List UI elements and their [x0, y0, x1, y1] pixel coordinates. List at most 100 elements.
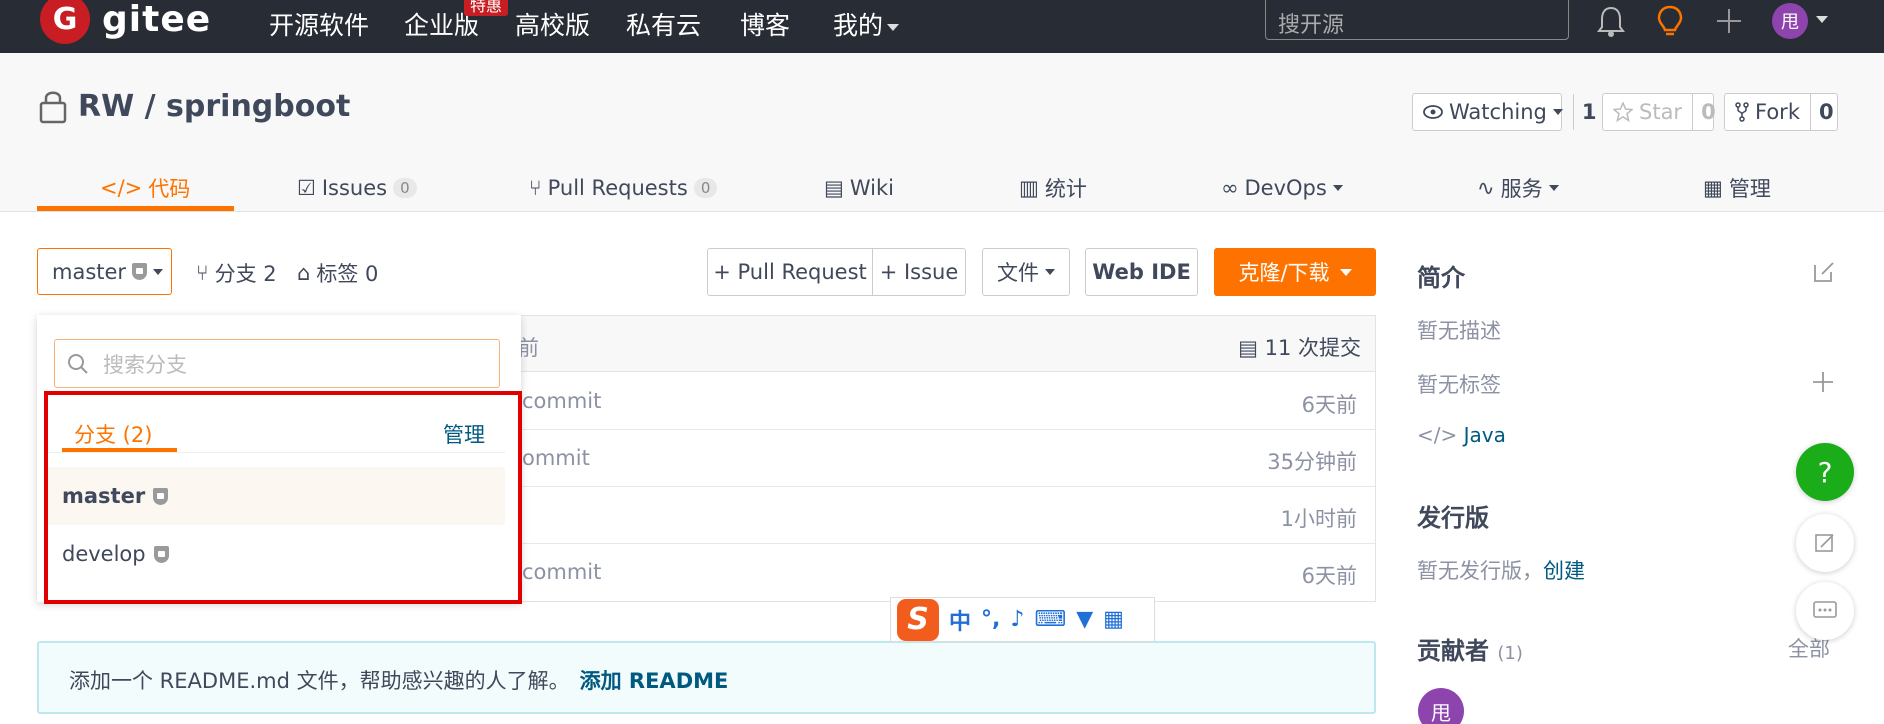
star-icon: [1613, 102, 1633, 122]
top-navbar: G gitee 开源软件 企业版 特惠 高校版 私有云 博客 我的 搜开源 甩: [0, 0, 1884, 53]
watch-count[interactable]: 1: [1574, 100, 1605, 124]
gitee-logo[interactable]: G gitee: [40, 0, 211, 44]
tab-code[interactable]: </> 代码: [100, 163, 190, 212]
readme-text: 添加一个 README.md 文件，帮助感兴趣的人了解。: [69, 669, 570, 693]
chevron-down-icon: [1339, 268, 1352, 276]
commit-message[interactable]: commit: [522, 560, 601, 584]
branch-icon: ⑂: [196, 261, 209, 285]
tab-stats[interactable]: ▥ 统计: [1019, 163, 1087, 212]
intro-title: 简介: [1417, 264, 1465, 292]
tab-pr-label: Pull Requests: [547, 175, 688, 200]
infinity-icon: ∞: [1221, 175, 1239, 200]
language-label: Java: [1463, 423, 1506, 447]
issues-icon: ☑: [297, 175, 316, 200]
chevron-down-icon: [1045, 269, 1055, 275]
bell-icon[interactable]: [1596, 4, 1626, 38]
fork-button[interactable]: Fork 0: [1724, 93, 1838, 131]
tab-wiki[interactable]: ▤ Wiki: [824, 163, 894, 212]
chevron-down-icon: [1332, 184, 1343, 191]
plus-icon[interactable]: [1714, 4, 1744, 38]
star-button[interactable]: Star 0: [1602, 93, 1716, 131]
tab-manage[interactable]: ▦ 管理: [1703, 163, 1771, 212]
watch-label-wrap: Watching: [1413, 94, 1574, 130]
edit-note-icon: [1815, 534, 1834, 552]
web-ide-button[interactable]: Web IDE: [1085, 248, 1198, 296]
tab-manage-label: 管理: [1728, 176, 1771, 201]
active-tab-underline: [37, 206, 234, 211]
branch-selector[interactable]: master: [37, 248, 172, 295]
feedback-button[interactable]: [1796, 514, 1854, 572]
nav-blog[interactable]: 博客: [740, 6, 790, 42]
chevron-down-icon: [1552, 109, 1563, 115]
commit-message[interactable]: ommit: [522, 446, 590, 470]
commit-log-icon: ▤: [1238, 336, 1265, 360]
fork-label: Fork: [1755, 100, 1800, 124]
no-description: 暂无描述: [1417, 319, 1501, 343]
microphone-icon[interactable]: ♪: [1010, 607, 1024, 632]
pull-request-icon: ⑂: [529, 175, 542, 200]
edit-icon[interactable]: [1812, 260, 1836, 284]
branches-link[interactable]: ⑂ 分支 2: [196, 258, 277, 288]
row-time: 1小时前: [1280, 507, 1357, 531]
keyboard-icon[interactable]: ⌨: [1034, 607, 1066, 632]
language-java[interactable]: </> Java: [1417, 423, 1506, 447]
file-button[interactable]: 文件: [982, 248, 1070, 296]
toolbox-icon[interactable]: ▦: [1103, 607, 1124, 632]
project-title[interactable]: RW / springboot: [78, 89, 350, 124]
tab-pull-requests[interactable]: ⑂ Pull Requests 0: [529, 163, 718, 212]
release-title: 发行版: [1417, 504, 1489, 532]
user-avatar[interactable]: 甩: [1772, 3, 1808, 39]
help-button[interactable]: ?: [1796, 443, 1854, 501]
star-count[interactable]: 0: [1693, 100, 1724, 124]
nav-private-cloud[interactable]: 私有云: [626, 6, 701, 42]
contributors-count: (1): [1497, 643, 1523, 664]
branch-name: master: [52, 259, 127, 284]
code-icon: </>: [100, 175, 143, 200]
sogou-logo[interactable]: S: [897, 598, 939, 641]
tab-services[interactable]: ∿ 服务: [1477, 163, 1559, 212]
chevron-down-icon: [1548, 184, 1559, 191]
branches-label: 分支 2: [214, 262, 277, 286]
nav-mine[interactable]: 我的: [833, 6, 900, 42]
contributors-label: 贡献者: [1417, 637, 1489, 665]
add-tag-icon[interactable]: [1811, 370, 1835, 394]
pull-request-button[interactable]: + Pull Request: [707, 248, 873, 296]
chat-icon: [1813, 601, 1837, 618]
hot-badge: 特惠: [464, 0, 509, 16]
file-label: 文件: [997, 261, 1039, 285]
tab-issues[interactable]: ☑ Issues 0: [297, 163, 417, 212]
tab-devops[interactable]: ∞ DevOps: [1221, 163, 1343, 212]
skin-icon[interactable]: ▼: [1076, 607, 1093, 632]
new-issue-button[interactable]: + Issue: [872, 248, 966, 296]
fork-count[interactable]: 0: [1811, 100, 1842, 124]
chevron-down-icon[interactable]: [1816, 16, 1828, 23]
add-readme-link[interactable]: 添加 README: [580, 669, 729, 693]
ime-mode[interactable]: 中: [949, 604, 971, 636]
star-label: Star: [1639, 100, 1683, 124]
contributor-avatar[interactable]: 甩: [1418, 688, 1464, 724]
tab-issues-label: Issues: [321, 175, 388, 200]
ime-punctuation[interactable]: °,: [981, 607, 1000, 632]
nav-open-source[interactable]: 开源软件: [269, 6, 369, 42]
readme-notice: 添加一个 README.md 文件，帮助感兴趣的人了解。 添加 README: [37, 641, 1376, 714]
clone-download-button[interactable]: 克隆/下载: [1214, 248, 1376, 296]
eye-icon: [1423, 105, 1443, 119]
contributors-title: 贡献者 (1): [1417, 631, 1523, 666]
nav-mine-label: 我的: [833, 11, 884, 40]
tab-services-label: 服务: [1500, 176, 1543, 201]
ime-toolbar: S 中 °, ♪ ⌨ ▼ ▦: [890, 597, 1155, 642]
no-release: 暂无发行版，创建: [1417, 555, 1585, 585]
lightbulb-icon[interactable]: [1655, 4, 1685, 38]
tag-icon: ⌂: [297, 261, 311, 285]
logo-mark: G: [40, 0, 90, 44]
create-release-link[interactable]: 创建: [1543, 559, 1585, 583]
tags-link[interactable]: ⌂ 标签 0: [297, 258, 378, 288]
chat-button[interactable]: [1796, 582, 1854, 640]
search-input[interactable]: 搜开源: [1265, 0, 1569, 40]
nav-university[interactable]: 高校版: [515, 6, 590, 42]
commit-message[interactable]: commit: [522, 389, 601, 413]
branch-search-input[interactable]: 搜索分支: [54, 339, 500, 388]
bar-chart-icon: ▥: [1019, 175, 1039, 200]
commit-count[interactable]: ▤ 11 次提交: [1238, 332, 1361, 362]
watch-button[interactable]: Watching 1: [1412, 93, 1596, 131]
